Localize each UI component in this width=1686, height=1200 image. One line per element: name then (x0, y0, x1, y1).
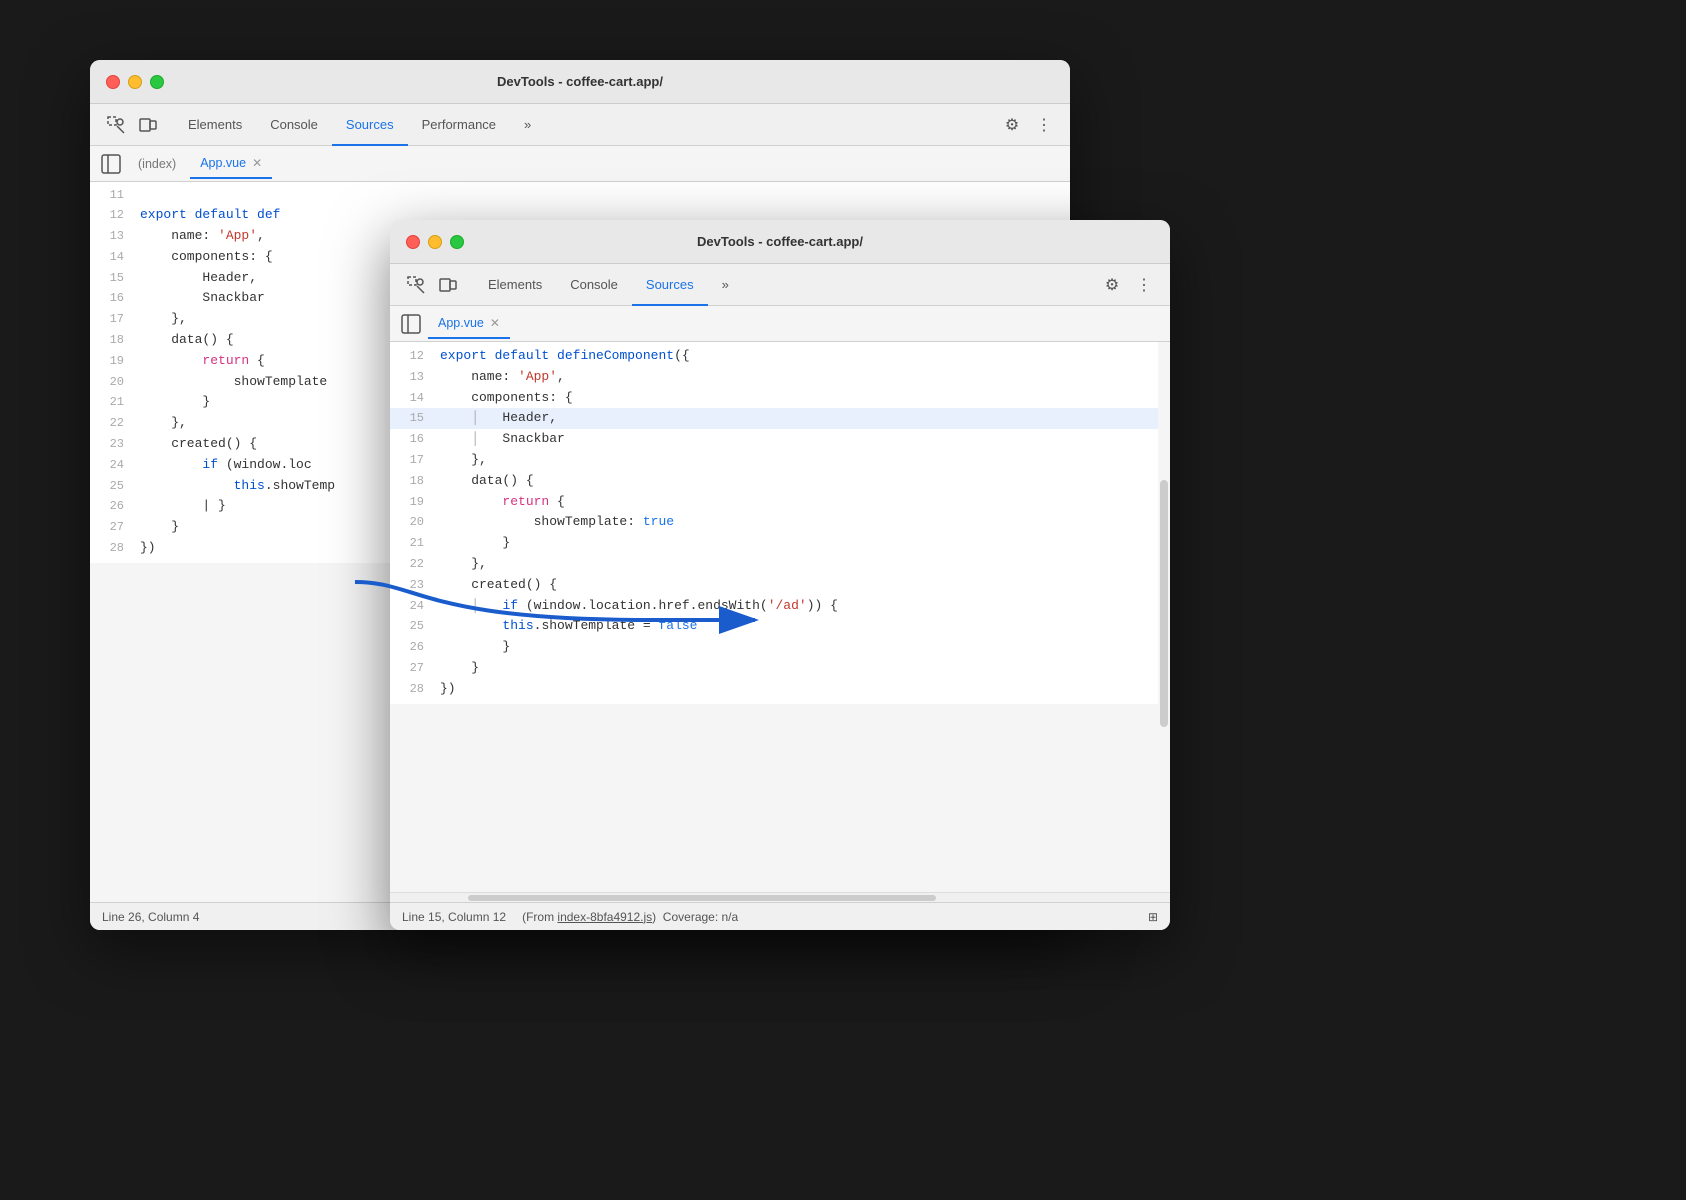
tab-console-front[interactable]: Console (556, 264, 632, 306)
file-tab-close-back[interactable]: ✕ (252, 157, 262, 169)
inspect-icon-back[interactable] (102, 111, 130, 139)
close-button-front[interactable] (406, 235, 420, 249)
more-icon-front[interactable]: ⋮ (1130, 271, 1158, 299)
file-tabs-bar-front: App.vue ✕ (390, 306, 1170, 342)
tab-more-back[interactable]: » (510, 104, 545, 146)
code-line-15-front: 15 │ Header, (390, 408, 1170, 429)
device-icon-back[interactable] (134, 111, 162, 139)
file-tab-close-front[interactable]: ✕ (490, 317, 500, 329)
toolbar-right-back: ⚙ ⋮ (998, 111, 1058, 139)
code-line-26-front: 26 } (390, 637, 1170, 658)
code-line-16-front: 16 │ Snackbar (390, 429, 1170, 450)
code-line-23-front: 23 created() { (390, 575, 1170, 596)
tab-sources-front[interactable]: Sources (632, 264, 708, 306)
code-line-21-front: 21 } (390, 533, 1170, 554)
source-link-front[interactable]: index-8bfa4912.js (557, 910, 652, 924)
code-line-18-front: 18 data() { (390, 471, 1170, 492)
window-body-front: Elements Console Sources » ⚙ ⋮ App.vue (390, 264, 1170, 930)
tab-group-back: Elements Console Sources Performance » (174, 104, 545, 146)
tab-console-back[interactable]: Console (256, 104, 332, 146)
maximize-button-front[interactable] (450, 235, 464, 249)
code-wrapper-front: 12 export default defineComponent({ 13 n… (390, 342, 1170, 892)
scrollbar-track-front[interactable] (1158, 342, 1170, 892)
code-line-14-front: 14 components: { (390, 388, 1170, 409)
toolbar-back: Elements Console Sources Performance » ⚙… (90, 104, 1070, 146)
settings-icon-front[interactable]: ⚙ (1098, 271, 1126, 299)
file-tab-index-back[interactable]: (index) (128, 149, 186, 179)
maximize-button-back[interactable] (150, 75, 164, 89)
window-title-back: DevTools - coffee-cart.app/ (497, 74, 663, 89)
code-line-24-front: 24 │ if (window.location.href.endsWith('… (390, 596, 1170, 617)
file-tab-appvue-back[interactable]: App.vue ✕ (190, 149, 272, 179)
tab-elements-front[interactable]: Elements (474, 264, 556, 306)
code-line-20-front: 20 showTemplate: true (390, 512, 1170, 533)
sidebar-toggle-front[interactable] (398, 311, 424, 337)
status-source-front: (From index-8bfa4912.js) Coverage: n/a (522, 910, 738, 924)
code-line-28-front: 28 }) (390, 679, 1170, 700)
tab-more-front[interactable]: » (708, 264, 743, 306)
title-bar-front: DevTools - coffee-cart.app/ (390, 220, 1170, 264)
code-line-27-front: 27 } (390, 658, 1170, 679)
title-bar-back: DevTools - coffee-cart.app/ (90, 60, 1070, 104)
window-title-front: DevTools - coffee-cart.app/ (697, 234, 863, 249)
scrollbar-thumb-front[interactable] (1160, 480, 1168, 728)
h-scrollbar-thumb-front[interactable] (468, 895, 936, 901)
file-tab-appvue-front[interactable]: App.vue ✕ (428, 309, 510, 339)
devtools-window-front: DevTools - coffee-cart.app/ Elements (390, 220, 1170, 930)
traffic-lights-front (406, 235, 464, 249)
close-button-back[interactable] (106, 75, 120, 89)
status-position-front: Line 15, Column 12 (402, 910, 506, 924)
status-position-back: Line 26, Column 4 (102, 910, 199, 924)
minimize-button-back[interactable] (128, 75, 142, 89)
traffic-lights-back (106, 75, 164, 89)
code-line-25-front: 25 this.showTemplate = false (390, 616, 1170, 637)
settings-icon-back[interactable]: ⚙ (998, 111, 1026, 139)
tab-performance-back[interactable]: Performance (408, 104, 510, 146)
tab-elements-back[interactable]: Elements (174, 104, 256, 146)
tab-group-front: Elements Console Sources » (474, 264, 743, 306)
h-scrollbar-front[interactable] (390, 892, 1170, 902)
code-line-13-front: 13 name: 'App', (390, 367, 1170, 388)
code-panel-front: 12 export default defineComponent({ 13 n… (390, 342, 1170, 930)
code-line-11-back: 11 (90, 186, 1070, 205)
toolbar-right-front: ⚙ ⋮ (1098, 271, 1158, 299)
status-icon-right: ⊞ (1148, 910, 1158, 924)
sidebar-toggle-back[interactable] (98, 151, 124, 177)
inspect-icon-front[interactable] (402, 271, 430, 299)
status-bar-front: Line 15, Column 12 (From index-8bfa4912.… (390, 902, 1170, 930)
tab-sources-back[interactable]: Sources (332, 104, 408, 146)
code-line-17-front: 17 }, (390, 450, 1170, 471)
code-line-22-front: 22 }, (390, 554, 1170, 575)
device-icon-front[interactable] (434, 271, 462, 299)
file-tabs-bar-back: (index) App.vue ✕ (90, 146, 1070, 182)
code-line-12-front: 12 export default defineComponent({ (390, 346, 1170, 367)
code-content-front: 12 export default defineComponent({ 13 n… (390, 342, 1170, 704)
more-icon-back[interactable]: ⋮ (1030, 111, 1058, 139)
toolbar-front: Elements Console Sources » ⚙ ⋮ (390, 264, 1170, 306)
code-area-front: 12 export default defineComponent({ 13 n… (390, 342, 1170, 704)
code-line-19-front: 19 return { (390, 492, 1170, 513)
minimize-button-front[interactable] (428, 235, 442, 249)
